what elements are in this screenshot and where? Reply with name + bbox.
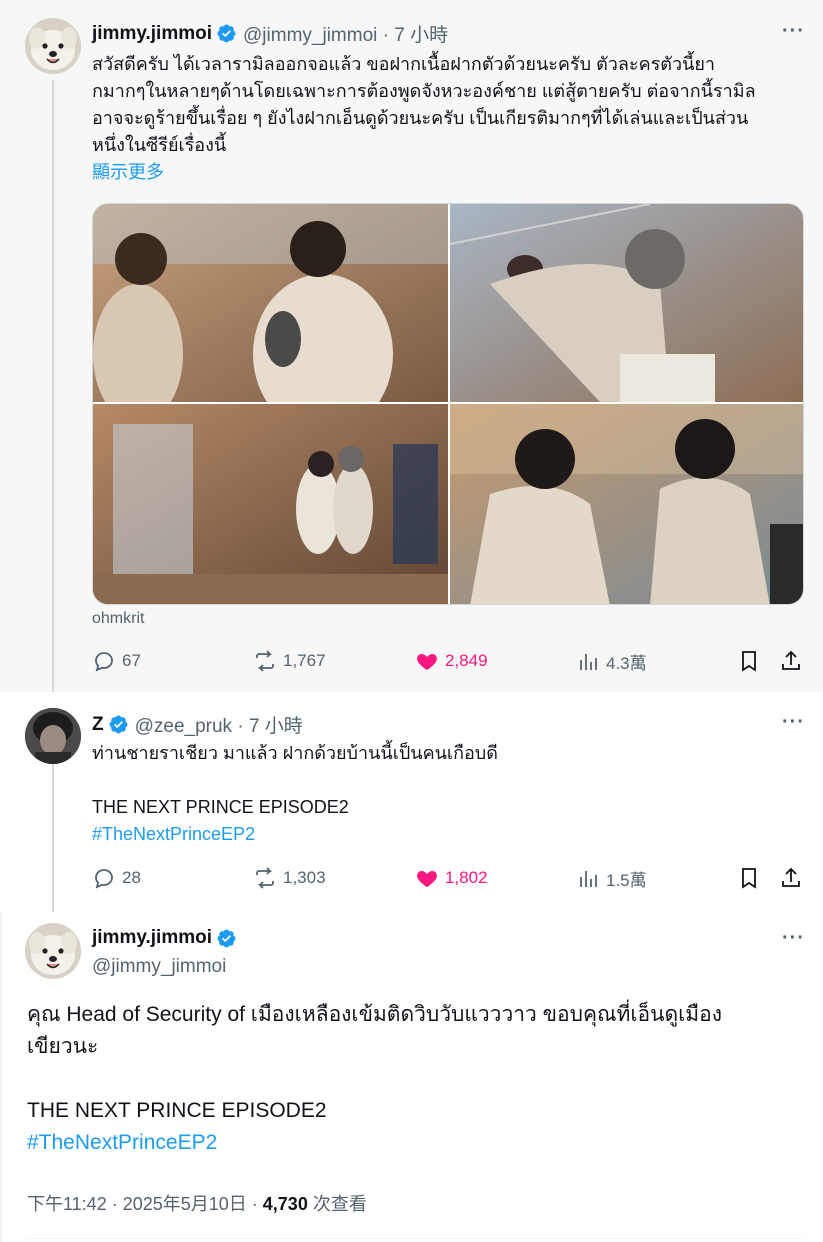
view-count: 4,730	[262, 1194, 308, 1214]
share-button[interactable]	[779, 866, 809, 890]
tweet-text: ท่านชายราเชียว มาแล้ว ฝากด้วยบ้านนี้เป็น…	[92, 740, 804, 848]
action-bar: 28 1,303 1,802 1.5萬	[92, 866, 804, 896]
z-avatar-image	[25, 708, 81, 764]
media-photo-3[interactable]	[93, 404, 448, 604]
more-options-icon[interactable]: ···	[782, 927, 805, 950]
tweet-header: jimmy.jimmoi @jimmy_jimmoi · 7 小時	[92, 20, 448, 47]
views-bar-icon	[580, 870, 597, 887]
tweet-text-line: สวัสดีครับ ได้เวลารามิลออกจอแล้ว ขอฝากเน…	[92, 54, 716, 74]
like-button[interactable]: 2,849	[415, 649, 488, 673]
handle[interactable]: @jimmy_jimmoi	[92, 956, 226, 978]
thread-line	[52, 764, 54, 912]
heart-filled-icon	[417, 654, 437, 670]
dog-avatar-image	[25, 923, 81, 979]
repost-icon	[256, 650, 274, 672]
tweet-text-line: อาจจะดูร้ายขึ้นเรื่อย ๆ ยังไงฝากเอ็นดูด้…	[92, 108, 749, 128]
tweet-text-line: หนึ่งในซีรีย์เรื่องนี้	[92, 135, 227, 155]
repost-button[interactable]: 1,303	[253, 866, 326, 890]
reply-icon	[95, 869, 113, 889]
share-button[interactable]	[779, 649, 809, 673]
dog-avatar-image	[25, 18, 81, 74]
tweet-text: สวัสดีครับ ได้เวลารามิลออกจอแล้ว ขอฝากเน…	[92, 51, 804, 186]
heart-filled-icon	[417, 871, 437, 887]
show-more-link[interactable]: 顯示更多	[92, 159, 804, 186]
thread-line	[52, 80, 54, 692]
views-button[interactable]: 1.5萬	[576, 866, 647, 891]
bookmark-icon	[742, 868, 756, 889]
tweet-text-line: THE NEXT PRINCE EPISODE2	[92, 797, 349, 817]
more-options-icon[interactable]: ···	[782, 20, 805, 43]
tweet-text: คุณ Head of Security of เมืองเหลืองเข้มต…	[27, 999, 797, 1159]
reply-icon	[95, 652, 113, 672]
verified-badge-icon[interactable]	[108, 714, 129, 735]
avatar[interactable]	[25, 923, 81, 979]
reply-count: 67	[122, 651, 141, 670]
tweet-meta: 下午11:42 · 2025年5月10日 · 4,730 次查看	[27, 1190, 367, 1216]
verified-badge-icon[interactable]	[216, 23, 237, 44]
hashtag-link[interactable]: #TheNextPrinceEP2	[92, 821, 804, 848]
reply-button[interactable]: 28	[92, 866, 141, 890]
media-source[interactable]: ohmkrit	[92, 610, 144, 628]
bookmark-button[interactable]	[737, 649, 767, 673]
fencing-photo-3	[93, 404, 448, 604]
repost-button[interactable]: 1,767	[253, 649, 326, 673]
views-button[interactable]: 4.3萬	[576, 649, 647, 674]
share-icon	[782, 650, 800, 670]
reply-count: 28	[122, 868, 141, 887]
bookmark-button[interactable]	[737, 866, 767, 890]
repost-count: 1,303	[283, 868, 326, 887]
tweet-text-line: เขียวนะ	[27, 1035, 99, 1058]
media-photo-1[interactable]	[93, 204, 448, 402]
display-name[interactable]: Z	[92, 714, 104, 736]
like-button[interactable]: 1,802	[415, 866, 488, 890]
tweet-text-line: คุณ Head of Security of เมืองเหลืองเข้มต…	[27, 1003, 722, 1026]
views-count: 4.3萬	[606, 654, 647, 673]
view-suffix: 次查看	[307, 1194, 367, 1214]
avatar[interactable]	[25, 708, 81, 764]
repost-count: 1,767	[283, 651, 326, 670]
media-photo-4[interactable]	[450, 404, 803, 604]
bookmark-icon	[742, 651, 756, 672]
views-count: 1.5萬	[606, 871, 647, 890]
tweet-jimmy-1[interactable]: jimmy.jimmoi @jimmy_jimmoi · 7 小時 ··· สว…	[0, 0, 823, 692]
fencing-photo-2	[450, 204, 803, 402]
tweet-header: Z @zee_pruk · 7 小時	[92, 711, 303, 738]
tweet-header: jimmy.jimmoi	[92, 927, 243, 949]
divider	[27, 1238, 803, 1239]
action-bar: 67 1,767 2,849 4.3萬	[92, 649, 804, 679]
tweet-text-line: ท่านชายราเชียว มาแล้ว ฝากด้วยบ้านนี้เป็น…	[92, 743, 498, 763]
handle-time[interactable]: @jimmy_jimmoi · 7 小時	[243, 20, 448, 47]
media-grid	[92, 203, 804, 605]
tweet-text-line: กมากๆในหลายๆด้านโดยเฉพาะการต้องพูดจังหวะ…	[92, 81, 756, 101]
verified-badge-icon[interactable]	[216, 928, 237, 949]
reply-button[interactable]: 67	[92, 649, 141, 673]
repost-icon	[256, 867, 274, 889]
avatar[interactable]	[25, 18, 81, 74]
views-bar-icon	[580, 653, 597, 670]
display-name[interactable]: jimmy.jimmoi	[92, 23, 212, 45]
hashtag-link[interactable]: #TheNextPrinceEP2	[27, 1127, 797, 1159]
share-icon	[782, 867, 800, 887]
timestamp[interactable]: 下午11:42 · 2025年5月10日 ·	[27, 1194, 263, 1214]
display-name[interactable]: jimmy.jimmoi	[92, 927, 212, 949]
like-count: 2,849	[445, 651, 488, 670]
like-count: 1,802	[445, 868, 488, 887]
fencing-photo-1	[93, 204, 448, 402]
tweet-zee[interactable]: Z @zee_pruk · 7 小時 ··· ท่านชายราเชียว มา…	[0, 692, 823, 912]
fencing-photo-4	[450, 404, 803, 604]
handle-time[interactable]: @zee_pruk · 7 小時	[135, 711, 303, 738]
more-options-icon[interactable]: ···	[782, 711, 805, 734]
media-photo-2[interactable]	[450, 204, 803, 402]
tweet-text-line: THE NEXT PRINCE EPISODE2	[27, 1099, 327, 1122]
